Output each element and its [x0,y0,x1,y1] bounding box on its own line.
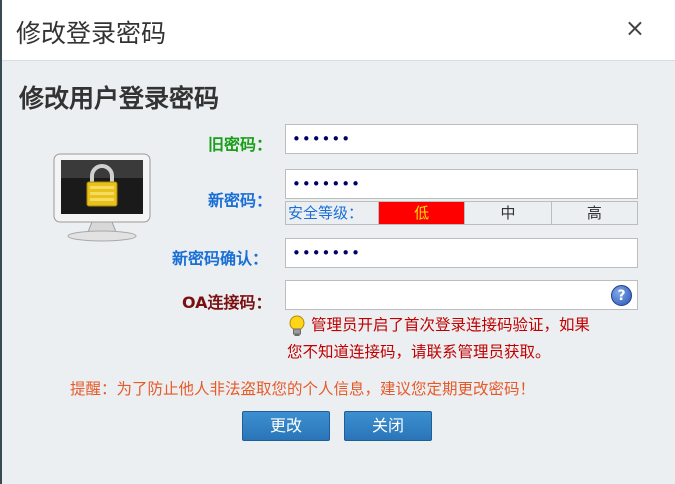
tip-text-line2: 您不知道连接码，请联系管理员获取。 [287,343,551,361]
oa-code-field[interactable] [285,280,638,310]
page-heading: 修改用户登录密码 [19,84,220,113]
change-password-dialog: 修改登录密码 × 修改用户登录密码 旧密码： •••••• 新密码： •••••… [2,0,675,484]
security-warning: 提醒：为了防止他人非法盗取您的个人信息，建议您定期更改密码！ [70,380,536,398]
confirm-password-label: 新密码确认： [172,249,269,268]
oa-code-label: OA连接码： [182,293,272,312]
password-strength-meter: 安全等级： 低 中 高 [285,201,638,225]
confirm-password-field[interactable]: ••••••• [285,238,638,268]
help-icon[interactable]: ? [611,285,632,306]
strength-level-medium: 中 [464,202,551,224]
dialog-titlebar[interactable]: 修改登录密码 × [2,0,675,61]
old-password-field[interactable]: •••••• [285,124,638,154]
dialog-title: 修改登录密码 [16,19,167,48]
close-button[interactable]: 关闭 [344,411,432,441]
strength-caption: 安全等级： [286,202,378,224]
lightbulb-icon [289,315,305,336]
change-button[interactable]: 更改 [242,411,330,441]
new-password-label: 新密码： [208,191,273,210]
tip-text-line1: 管理员开启了首次登录连接码验证，如果 [311,316,591,334]
close-icon[interactable]: × [625,14,645,42]
lock-monitor-icon [53,153,151,242]
strength-level-low: 低 [378,202,465,224]
old-password-label: 旧密码： [208,135,273,154]
strength-level-high: 高 [550,202,637,224]
new-password-field[interactable]: ••••••• [285,169,638,199]
